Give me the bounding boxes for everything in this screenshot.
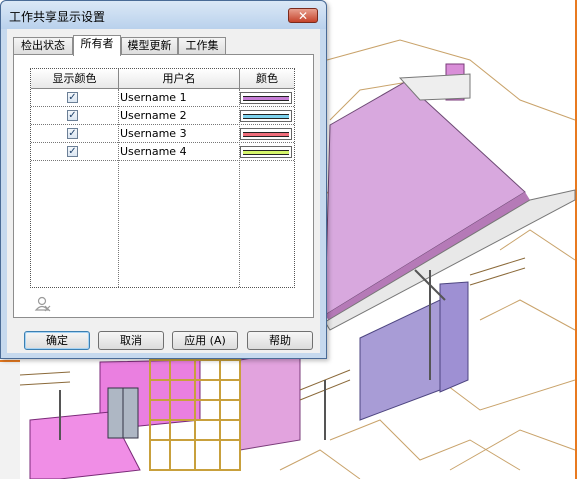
table-row[interactable]: ✓ Username 4 — [31, 143, 294, 161]
tab-checkout-status[interactable]: 检出状态 — [13, 37, 73, 55]
title-bar[interactable]: 工作共享显示设置 ✕ — [1, 1, 326, 29]
user-color-table: 显示颜色 用户名 颜色 ✓ Username 1 ✓ Username 2 ✓ — [30, 68, 295, 288]
ok-button[interactable]: 确定 — [24, 331, 90, 350]
swatch-fill — [243, 97, 289, 100]
worksharing-display-settings-dialog: 工作共享显示设置 ✕ 检出状态 所有者 模型更新 工作集 显示颜色 用户名 颜色… — [0, 0, 327, 359]
color-swatch[interactable] — [240, 110, 292, 122]
swatch-fill — [243, 115, 289, 118]
user-lock-icon[interactable] — [34, 295, 52, 313]
checkmark-icon: ✓ — [68, 110, 77, 121]
tab-model-updates[interactable]: 模型更新 — [121, 37, 178, 55]
username-cell: Username 4 — [120, 145, 187, 158]
table-row[interactable]: ✓ Username 2 — [31, 107, 294, 125]
color-swatch[interactable] — [240, 146, 292, 158]
show-color-checkbox[interactable]: ✓ — [67, 110, 78, 121]
dialog-title: 工作共享显示设置 — [9, 10, 106, 24]
swatch-fill — [243, 133, 289, 136]
checkmark-icon: ✓ — [68, 128, 77, 139]
checkmark-icon: ✓ — [68, 146, 77, 157]
column-header-show-color[interactable]: 显示颜色 — [31, 69, 119, 89]
tab-worksets[interactable]: 工作集 — [178, 37, 226, 55]
close-icon[interactable]: ✕ — [288, 8, 318, 23]
show-color-checkbox[interactable]: ✓ — [67, 146, 78, 157]
column-header-color[interactable]: 颜色 — [240, 69, 294, 89]
show-color-checkbox[interactable]: ✓ — [67, 92, 78, 103]
apply-button[interactable]: 应用 (A) — [172, 331, 238, 350]
help-button[interactable]: 帮助 — [247, 331, 313, 350]
owners-tab-panel: 显示颜色 用户名 颜色 ✓ Username 1 ✓ Username 2 ✓ — [13, 54, 314, 318]
cancel-button[interactable]: 取消 — [98, 331, 164, 350]
username-cell: Username 3 — [120, 127, 187, 140]
swatch-fill — [243, 151, 289, 154]
table-row[interactable]: ✓ Username 3 — [31, 125, 294, 143]
checkmark-icon: ✓ — [68, 92, 77, 103]
dialog-client-area: 检出状态 所有者 模型更新 工作集 显示颜色 用户名 颜色 ✓ Username… — [7, 29, 320, 353]
table-row[interactable]: ✓ Username 1 — [31, 89, 294, 107]
color-swatch[interactable] — [240, 128, 292, 140]
show-color-checkbox[interactable]: ✓ — [67, 128, 78, 139]
tab-owners[interactable]: 所有者 — [73, 35, 121, 56]
username-cell: Username 1 — [120, 91, 187, 104]
column-header-username[interactable]: 用户名 — [119, 69, 240, 89]
color-swatch[interactable] — [240, 92, 292, 104]
username-cell: Username 2 — [120, 109, 187, 122]
